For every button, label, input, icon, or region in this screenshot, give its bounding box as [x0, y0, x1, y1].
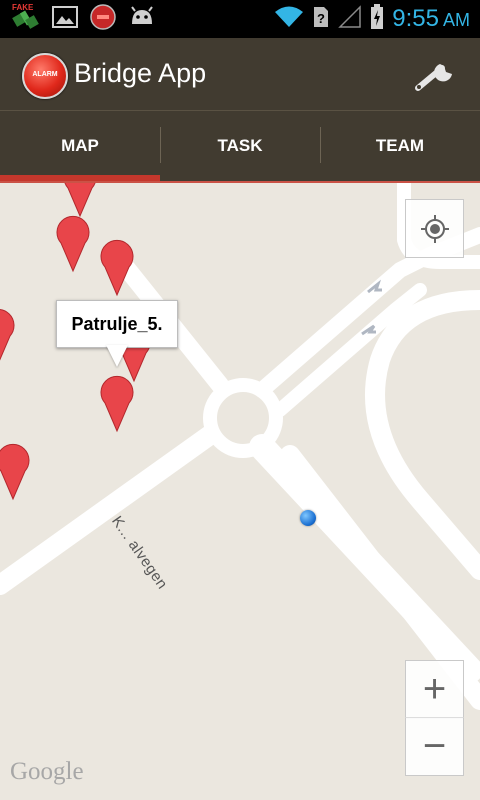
tab-bar: MAP TASK TEAM	[0, 111, 480, 181]
tab-team[interactable]: TEAM	[320, 111, 480, 181]
clock-time: 9:55	[392, 5, 439, 32]
notification-icons: FAKE	[10, 3, 156, 35]
crosshair-icon	[420, 214, 449, 243]
map-pin-selected[interactable]	[99, 373, 135, 433]
marker-callout-tail	[106, 345, 128, 367]
clock-ampm: AM	[443, 10, 470, 30]
wrench-icon[interactable]	[412, 54, 462, 94]
clock: 9:55 AM	[392, 5, 470, 33]
no-sim-icon: ?	[312, 5, 330, 34]
zoom-out-button[interactable]: −	[405, 717, 464, 776]
map-pin[interactable]	[99, 237, 135, 297]
status-bar: FAKE ? 9:55 AM	[0, 0, 480, 38]
wifi-icon	[274, 5, 304, 34]
action-bar: ALARM Bridge App	[0, 38, 480, 111]
battery-icon	[370, 3, 384, 35]
fake-gps-icon: FAKE	[10, 3, 40, 33]
my-location-button[interactable]	[405, 199, 464, 258]
app-logo-text: ALARM	[32, 71, 58, 78]
app-logo-icon[interactable]: ALARM	[22, 53, 68, 99]
app-title: Bridge App	[74, 58, 207, 88]
marker-callout[interactable]: Patrulje_5.	[56, 300, 178, 348]
image-icon	[52, 5, 78, 34]
map-pin[interactable]	[0, 306, 16, 366]
map-pin[interactable]	[55, 213, 91, 273]
system-icons: ? 9:55 AM	[274, 3, 470, 35]
tab-task[interactable]: TASK	[160, 111, 320, 181]
zoom-in-button[interactable]: +	[405, 660, 464, 719]
alarm-app-icon	[90, 3, 116, 35]
svg-text:?: ?	[317, 11, 325, 26]
map-pin[interactable]	[0, 441, 31, 501]
fake-label: FAKE	[12, 3, 34, 12]
signal-icon	[338, 4, 362, 34]
android-icon	[128, 5, 156, 33]
tab-map[interactable]: MAP	[0, 111, 160, 181]
google-logo: Google	[10, 758, 84, 785]
my-location-dot	[300, 510, 316, 526]
